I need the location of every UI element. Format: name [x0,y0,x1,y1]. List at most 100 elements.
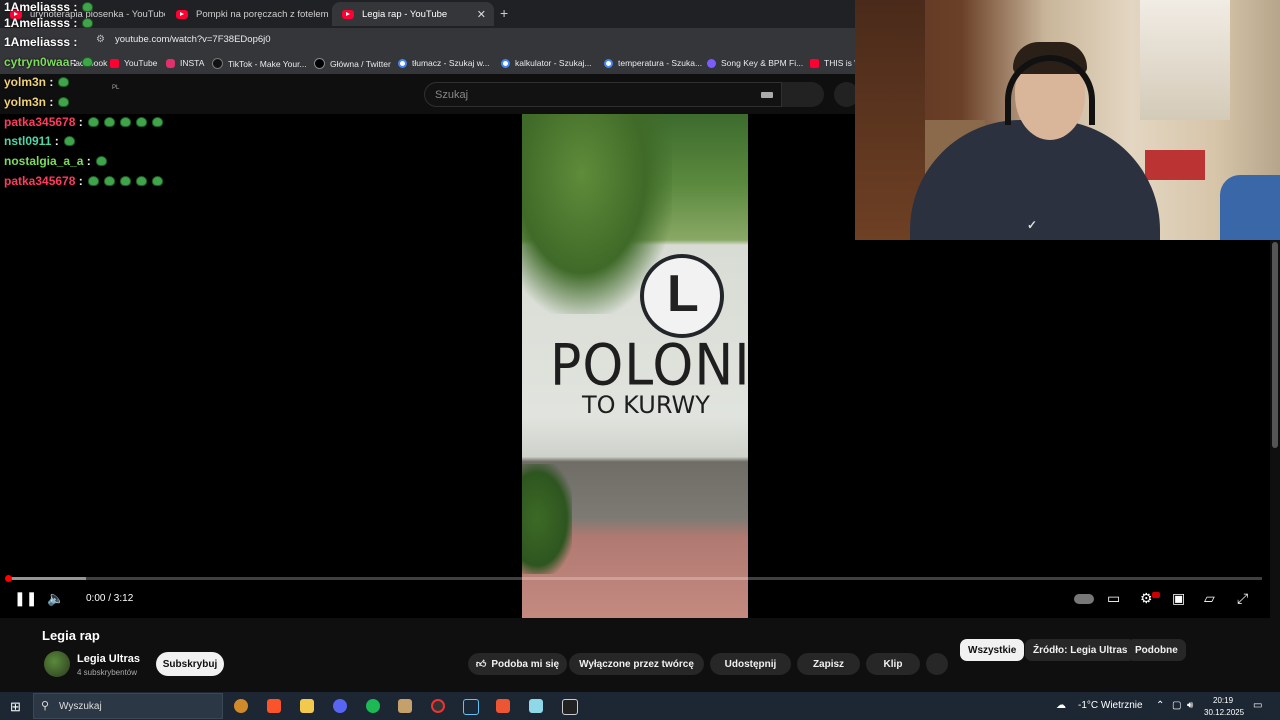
chip-related[interactable]: Podobne [1127,639,1186,661]
chat-separator: : [70,16,78,30]
bookmark-label: Główna / Twitter [330,58,391,69]
pause-icon[interactable]: ❚❚ [14,590,37,607]
taskbar-search-input[interactable]: ⚲ Wyszukaj [33,693,223,719]
brave-browser-icon[interactable] [267,699,281,713]
search-input[interactable]: Szukaj [424,82,782,107]
browser-tab-bar: urynoterapia piosenka - YouTube Pompki n… [0,0,855,28]
cast-icon[interactable]: ▱ [1204,590,1215,607]
chevron-up-icon[interactable]: ⌃ [1156,700,1164,711]
chat-separator: : [69,55,77,69]
search-icon: ⚲ [41,700,50,712]
media-app-icon[interactable] [398,699,412,713]
share-button[interactable]: Udostępnij [710,653,791,675]
subscribe-button[interactable]: Subskrybuj [156,652,224,676]
tab-legia-rap[interactable]: Legia rap - YouTube ✕ [332,2,494,26]
spotify-icon[interactable] [366,699,380,713]
tab-pompki[interactable]: Pompki na poręczach z fotelem na gi [166,2,331,26]
new-tab-button[interactable]: + [500,5,508,21]
chat-username: cytryn0waa [4,55,70,69]
url-field[interactable]: youtube.com/watch?v=7F38EDop6j0 [115,34,271,45]
clock-time[interactable]: 20:19 [1213,696,1233,705]
tiktok-icon [212,58,223,69]
weather-text[interactable]: -1°C Wietrznie [1078,700,1143,711]
subtitles-icon[interactable]: ▭ [1107,590,1120,607]
fullscreen-icon[interactable]: ⤢ [1237,590,1248,607]
channel-name[interactable]: Legia Ultras [77,653,140,665]
chip-all[interactable]: Wszystkie [960,639,1025,661]
app-icon-1[interactable] [234,699,248,713]
thumbs-up-icon: 👍︎ [475,659,487,670]
subscriber-count: 4 subskrybentów [77,668,138,677]
bookmark-youtube[interactable]: YouTube [110,58,157,68]
more-actions-button[interactable] [926,653,948,675]
frog-emote-icon [58,97,70,107]
bookmark-songkey[interactable]: Song Key & BPM Fi... [707,58,803,68]
like-button[interactable]: 👍︎ Podoba mi się [468,653,567,675]
keyboard-icon[interactable] [761,92,773,98]
volume-icon[interactable]: 🔈 [47,590,64,607]
obs-icon[interactable] [431,699,445,713]
bookmark-label: tłumacz - Szukaj w... [412,58,490,68]
like-label: Podoba mi się [491,658,560,670]
search-button[interactable] [782,82,824,107]
search-placeholder: Szukaj [435,89,469,101]
frog-emote-icon [103,176,115,186]
bookmark-tiktok[interactable]: TikTok - Make Your... [212,58,307,69]
clip-button[interactable]: Klip [866,653,920,675]
notepad-icon[interactable] [529,699,543,713]
channel-avatar[interactable] [44,651,70,677]
progress-scrubber[interactable] [5,575,12,582]
bookmark-tlumacz[interactable]: tłumacz - Szukaj w... [398,58,489,68]
windows-start-icon[interactable]: ⊞ [10,699,21,715]
weather-icon[interactable]: ☁ [1056,700,1066,711]
video-frame[interactable]: L POLONIA TO KURWY [522,114,748,618]
clock-date[interactable]: 30.12.2025 [1204,708,1244,717]
network-icon[interactable]: ▢ [1172,700,1181,711]
steam-icon[interactable] [463,699,479,715]
bookmark-label: temperatura - Szuka... [618,58,703,68]
speaker-icon[interactable]: 🔊︎ [1187,700,1193,711]
messenger-icon[interactable] [333,699,347,713]
save-button[interactable]: Zapisz [797,653,860,675]
webcam-overlay: ✓ [855,0,1280,240]
notification-icon[interactable]: ▭ [1253,700,1262,711]
chat-username: yolm3n [4,75,47,89]
chat-message: patka345678 : [4,115,163,129]
chat-username: nostalgia_a_a [4,154,84,168]
terminal-icon[interactable] [562,699,578,715]
site-info-icon[interactable]: ⚙ [96,34,105,45]
bookmark-kalkulator[interactable]: kalkulator - Szukaj... [501,58,592,68]
frog-emote-icon [87,176,99,186]
bookmark-temperatura[interactable]: temperatura - Szuka... [604,58,702,68]
chat-separator: : [75,115,83,129]
close-tab-icon[interactable]: ✕ [477,8,486,21]
frog-emote-icon [103,117,115,127]
instagram-icon [166,58,175,68]
scrollbar-thumb[interactable] [1272,242,1278,448]
chip-source[interactable]: Źródło: Legia Ultras [1025,639,1136,661]
page-scrollbar[interactable] [1270,240,1280,690]
chat-username: 1Ameliasss [4,35,71,49]
bookmark-label: YouTube [124,58,158,68]
settings-gear-icon[interactable]: ⚙ [1140,590,1153,607]
dislike-disabled-button[interactable]: Wyłączone przez twórcę [569,653,704,675]
graffiti-letter: L [667,265,699,323]
bookmark-label: kalkulator - Szukaj... [515,58,592,68]
chat-username: 1Ameliasss [4,0,71,14]
address-bar: ⚙ youtube.com/watch?v=7F38EDop6j0 [0,28,855,52]
bookmark-label: Song Key & BPM Fi... [721,58,804,68]
frog-emote-icon [87,117,99,127]
bookmark-twitter[interactable]: Główna / Twitter [314,58,391,69]
bush [522,464,572,574]
chat-username: patka345678 [4,115,76,129]
file-explorer-icon[interactable] [300,699,314,713]
bookmark-insta[interactable]: INSTA [166,58,204,68]
youtube-icon [342,9,354,19]
autoplay-toggle[interactable] [1074,594,1094,604]
video-app-icon[interactable] [496,699,510,713]
google-icon [398,58,407,68]
frog-emote-icon [119,117,131,127]
song-key-icon [707,58,716,68]
miniplayer-icon[interactable]: ▣ [1172,590,1185,607]
progress-bar[interactable] [8,577,1262,580]
